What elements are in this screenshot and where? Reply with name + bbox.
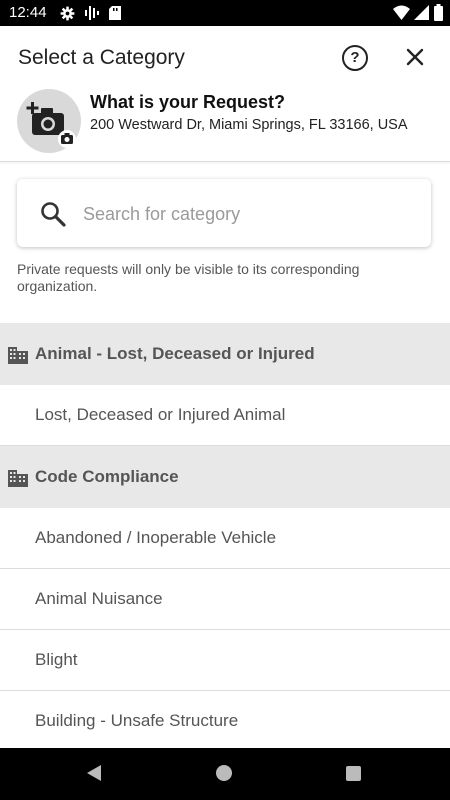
category-item[interactable]: Abandoned / Inoperable Vehicle: [0, 508, 450, 569]
status-bar: 12:44: [0, 0, 450, 26]
status-time: 12:44: [9, 4, 47, 21]
close-icon[interactable]: [403, 45, 427, 69]
category-group-header: Animal - Lost, Deceased or Injured: [0, 323, 450, 385]
battery-icon: [434, 4, 443, 21]
building-icon: [8, 470, 28, 487]
category-item-label: Building - Unsafe Structure: [35, 711, 239, 730]
navigation-bar: [0, 748, 450, 800]
category-item-label: Animal Nuisance: [35, 589, 163, 608]
category-group-header: Code Compliance: [0, 446, 450, 508]
help-button[interactable]: ?: [342, 45, 368, 71]
category-item[interactable]: Lost, Deceased or Injured Animal: [0, 385, 450, 446]
header-divider: [0, 161, 450, 162]
category-group-label: Animal - Lost, Deceased or Injured: [35, 344, 315, 363]
add-photo-button[interactable]: [17, 89, 81, 153]
wifi-icon: [393, 5, 410, 20]
category-item[interactable]: Building - Unsafe Structure: [0, 691, 450, 752]
signal-bars-icon: [85, 6, 99, 20]
category-item-label: Abandoned / Inoperable Vehicle: [35, 528, 277, 547]
request-address: 200 Westward Dr, Miami Springs, FL 33166…: [90, 117, 408, 133]
category-item-label: Blight: [35, 650, 78, 669]
back-icon[interactable]: [85, 764, 103, 782]
recent-apps-icon[interactable]: [346, 766, 361, 781]
request-title: What is your Request?: [90, 92, 286, 112]
category-item[interactable]: Blight: [0, 630, 450, 691]
page-title: Select a Category: [18, 46, 185, 69]
sd-card-icon: [109, 6, 121, 20]
question-circle-icon: ?: [350, 49, 360, 66]
search-icon: [41, 202, 66, 227]
cell-signal-icon: [414, 5, 429, 20]
search-box[interactable]: [17, 179, 431, 247]
privacy-note: Private requests will only be visible to…: [17, 261, 360, 294]
category-item-label: Lost, Deceased or Injured Animal: [35, 405, 286, 424]
category-list: Animal - Lost, Deceased or Injured Lost,…: [0, 323, 450, 752]
add-photo-icon: [26, 102, 76, 148]
home-icon[interactable]: [216, 765, 232, 781]
building-icon: [8, 347, 28, 364]
category-item[interactable]: Animal Nuisance: [0, 569, 450, 630]
search-input[interactable]: [81, 195, 415, 233]
category-group-label: Code Compliance: [35, 467, 179, 486]
gear-icon: [60, 6, 75, 21]
